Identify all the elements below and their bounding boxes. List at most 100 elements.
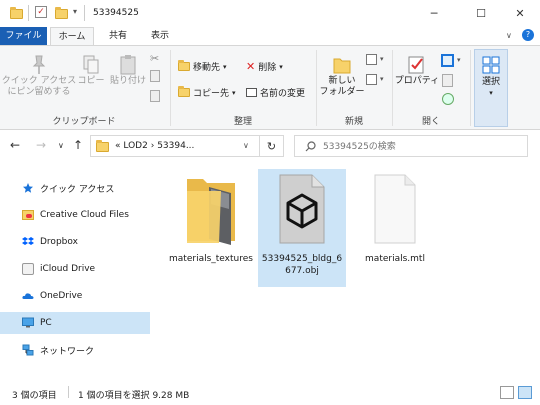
- window-title: 53394525: [93, 8, 139, 18]
- tab-view[interactable]: 表示: [142, 27, 178, 45]
- file-list: materials_textures 53394525_bldg_6677.ob…: [155, 163, 540, 378]
- tab-share[interactable]: 共有: [100, 27, 136, 45]
- dropdown-icon: ▾: [489, 89, 493, 97]
- group-separator: [316, 50, 317, 126]
- 3d-object-file-icon: [279, 174, 325, 244]
- address-bar[interactable]: « LOD2 › 53394... ∨: [90, 135, 260, 157]
- minimize-button[interactable]: ─: [414, 0, 454, 26]
- copy-button[interactable]: コピー: [77, 54, 105, 87]
- properties-button[interactable]: プロパティ: [394, 54, 440, 87]
- edit-icon[interactable]: [442, 74, 453, 87]
- new-folder-label-line1: 新しい: [328, 76, 356, 86]
- recent-locations-icon[interactable]: ∨: [58, 141, 64, 150]
- address-dropdown-icon[interactable]: ∨: [243, 141, 249, 150]
- pin-to-quick-access-button[interactable]: クイック アクセス にピン留めする: [2, 54, 76, 98]
- sidebar-item-label: クイック アクセス: [40, 184, 115, 195]
- large-icons-view-icon[interactable]: [518, 386, 532, 399]
- ribbon-tabs: ファイル ホーム 共有 表示 ∨ ?: [0, 27, 540, 45]
- sidebar-item-network[interactable]: ネットワーク: [0, 339, 150, 361]
- sidebar-item-label: Creative Cloud Files: [40, 210, 129, 220]
- paste-label: 貼り付け: [109, 76, 146, 86]
- sidebar-item-creative-cloud[interactable]: Creative Cloud Files: [0, 204, 150, 226]
- refresh-button[interactable]: ↻: [260, 135, 284, 157]
- sidebar-item-label: OneDrive: [40, 291, 83, 301]
- copy-path-icon[interactable]: [150, 70, 160, 82]
- move-folder-icon: [178, 60, 190, 71]
- navigation-pane: クイック アクセス Creative Cloud Files Dropbox i…: [0, 163, 152, 378]
- copy-label: コピー: [77, 76, 105, 86]
- new-group-label: 新規: [344, 117, 363, 127]
- computer-icon: [22, 317, 34, 328]
- new-folder-label-line2: フォルダー: [319, 87, 365, 97]
- file-item-folder[interactable]: materials_textures: [167, 169, 255, 287]
- ribbon: クイック アクセス にピン留めする コピー 貼り付け ✂ クリップボード 移動先…: [0, 45, 540, 130]
- tab-file[interactable]: ファイル: [0, 27, 47, 45]
- search-box[interactable]: [294, 135, 528, 157]
- ribbon-expand-icon[interactable]: ∨: [506, 31, 512, 40]
- select-label: 選択: [481, 77, 500, 87]
- sidebar-item-label: PC: [40, 318, 52, 328]
- copy-to-button[interactable]: コピー先 ▾: [178, 86, 236, 99]
- search-input[interactable]: [323, 140, 513, 154]
- details-view-icon[interactable]: [500, 386, 514, 399]
- open-group-label: 開く: [421, 117, 440, 127]
- folder-with-thumbnail-icon: [187, 179, 235, 245]
- status-bar: 3 個の項目 1 個の項目を選択 9.28 MB: [0, 380, 540, 405]
- help-icon[interactable]: ?: [522, 29, 534, 41]
- dropdown-icon[interactable]: ▾: [457, 56, 461, 64]
- new-folder-button[interactable]: 新しい フォルダー: [319, 54, 365, 98]
- sidebar-item-onedrive[interactable]: OneDrive: [0, 285, 150, 307]
- copy-folder-icon: [178, 86, 190, 97]
- cut-icon[interactable]: ✂: [150, 52, 159, 65]
- easy-access-icon[interactable]: [366, 74, 377, 85]
- back-arrow-icon[interactable]: ←: [10, 138, 20, 152]
- pin-icon: [32, 55, 46, 74]
- file-item-obj[interactable]: 53394525_bldg_6677.obj: [258, 169, 346, 287]
- select-grid-icon: [482, 56, 500, 74]
- delete-button[interactable]: ✕ 削除 ▾: [246, 60, 283, 73]
- breadcrumb-overflow[interactable]: «: [115, 141, 121, 151]
- up-arrow-icon[interactable]: ↑: [73, 138, 83, 152]
- folder-icon: [96, 140, 109, 152]
- network-icon: [22, 344, 34, 356]
- blank-file-icon: [374, 174, 416, 244]
- forward-arrow-icon[interactable]: →: [36, 138, 46, 152]
- sidebar-item-label: Dropbox: [40, 237, 78, 247]
- breadcrumb-current[interactable]: 53394...: [157, 141, 194, 151]
- star-icon: [23, 183, 33, 193]
- open-icon[interactable]: [441, 54, 454, 67]
- paste-button[interactable]: 貼り付け: [108, 54, 148, 87]
- move-to-button[interactable]: 移動先 ▾: [178, 60, 227, 73]
- onedrive-cloud-icon: [22, 293, 34, 299]
- sidebar-item-quick-access[interactable]: クイック アクセス: [0, 177, 150, 199]
- sidebar-item-pc[interactable]: PC: [0, 312, 150, 334]
- properties-label: プロパティ: [394, 76, 440, 86]
- customize-quick-access-icon[interactable]: ▾: [73, 7, 77, 16]
- divider: [28, 5, 29, 21]
- sidebar-item-label: iCloud Drive: [40, 264, 96, 274]
- breadcrumb-lod2[interactable]: LOD2: [123, 141, 147, 151]
- sidebar-item-label: ネットワーク: [40, 346, 95, 357]
- new-folder-icon[interactable]: [55, 7, 68, 19]
- properties-check-icon[interactable]: ✓: [35, 6, 47, 18]
- group-separator: [170, 50, 171, 126]
- creative-cloud-folder-icon: [22, 210, 34, 220]
- move-to-label: 移動先: [193, 63, 221, 73]
- sidebar-item-icloud-drive[interactable]: iCloud Drive: [0, 258, 150, 280]
- new-item-icon[interactable]: [366, 54, 377, 65]
- history-icon[interactable]: [442, 93, 454, 105]
- organize-group-label: 整理: [233, 117, 252, 127]
- select-button[interactable]: 選択 ▾: [474, 49, 508, 127]
- dropdown-icon[interactable]: ▾: [380, 55, 384, 63]
- dropdown-icon[interactable]: ▾: [380, 75, 384, 83]
- properties-icon: [408, 56, 424, 74]
- close-button[interactable]: ✕: [500, 0, 540, 26]
- maximize-button[interactable]: ☐: [461, 0, 501, 26]
- new-folder-icon: [333, 58, 351, 74]
- file-item-mtl[interactable]: materials.mtl: [351, 169, 439, 287]
- tab-home[interactable]: ホーム: [50, 27, 94, 45]
- rename-button[interactable]: 名前の変更: [246, 86, 305, 99]
- selection-info: 1 個の項目を選択 9.28 MB: [78, 391, 190, 401]
- sidebar-item-dropbox[interactable]: Dropbox: [0, 231, 150, 253]
- paste-shortcut-icon[interactable]: [150, 90, 160, 102]
